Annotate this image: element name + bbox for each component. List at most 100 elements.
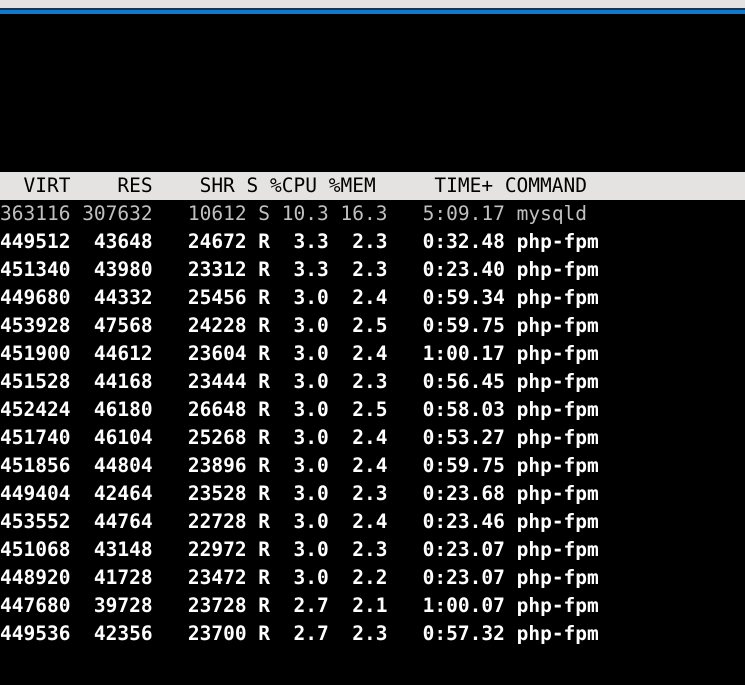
process-row[interactable]: 451068 43148 22972 R 3.0 2.3 0:23.07 php… [0,536,745,564]
process-mem: 2.4 [328,510,388,533]
process-mem: 2.4 [328,286,388,309]
process-shr: 23472 [152,566,247,589]
process-time: 0:23.68 [387,482,505,505]
process-time: 0:59.34 [387,286,505,309]
process-command: mysqld [504,202,588,225]
process-virt: 449680 [0,286,71,309]
process-cpu: 3.0 [270,286,329,309]
process-shr: 23604 [152,342,247,365]
process-shr: 22728 [152,510,247,533]
process-shr: 23896 [152,454,247,477]
process-virt: 452424 [0,398,71,421]
process-state: R [246,370,271,393]
process-virt: 363116 [0,202,71,225]
process-row[interactable]: 447680 39728 23728 R 2.7 2.1 1:00.07 php… [0,592,745,620]
process-mem: 2.3 [328,622,388,645]
process-state: R [246,398,271,421]
summary-uptime-line: 1 user, load average: 30.03, 29.78, 23.5… [0,14,745,42]
process-cpu: 3.0 [270,398,329,421]
process-res: 43648 [70,230,153,253]
process-virt: 448920 [0,566,71,589]
process-state: R [246,566,271,589]
process-mem: 2.3 [328,538,388,561]
process-state: R [246,342,271,365]
process-table-header[interactable]: VIRT RES SHR S %CPU %MEM TIME+ COMMAND [0,172,745,200]
process-shr: 24228 [152,314,247,337]
process-cpu: 2.7 [270,622,329,645]
process-row[interactable]: 449512 43648 24672 R 3.3 2.3 0:32.48 php… [0,228,745,256]
process-command: php-fpm [504,482,599,505]
process-mem: 2.5 [328,314,388,337]
process-state: R [246,622,271,645]
process-time: 0:23.40 [387,258,505,281]
process-row[interactable]: 451900 44612 23604 R 3.0 2.4 1:00.17 php… [0,340,745,368]
process-res: 41728 [70,566,153,589]
process-mem: 2.3 [328,230,388,253]
process-cpu: 10.3 [270,202,329,225]
process-shr: 26648 [152,398,247,421]
process-cpu: 3.0 [270,454,329,477]
process-res: 47568 [70,314,153,337]
process-shr: 22972 [152,538,247,561]
process-time: 0:23.07 [387,566,505,589]
process-command: php-fpm [504,622,599,645]
process-virt: 447680 [0,594,71,617]
process-mem: 2.4 [328,454,388,477]
process-row[interactable]: 449680 44332 25456 R 3.0 2.4 0:59.34 php… [0,284,745,312]
process-shr: 23444 [152,370,247,393]
process-command: php-fpm [504,454,599,477]
process-command: php-fpm [504,258,599,281]
process-command: php-fpm [504,594,599,617]
process-row[interactable]: 363116 307632 10612 S 10.3 16.3 5:09.17 … [0,200,745,228]
process-command: php-fpm [504,230,599,253]
process-time: 5:09.17 [387,202,505,225]
process-command: php-fpm [504,510,599,533]
process-state: R [246,510,271,533]
process-cpu: 2.7 [270,594,329,617]
process-res: 43980 [70,258,153,281]
process-row[interactable]: 452424 46180 26648 R 3.0 2.5 0:58.03 php… [0,396,745,424]
process-row[interactable]: 453928 47568 24228 R 3.0 2.5 0:59.75 php… [0,312,745,340]
process-time: 0:59.75 [387,454,505,477]
process-table-body[interactable]: 363116 307632 10612 S 10.3 16.3 5:09.17 … [0,200,745,648]
process-virt: 451740 [0,426,71,449]
process-state: R [246,454,271,477]
process-shr: 23700 [152,622,247,645]
process-virt: 451528 [0,370,71,393]
process-cpu: 3.0 [270,482,329,505]
process-command: php-fpm [504,342,599,365]
process-res: 307632 [70,202,153,225]
process-virt: 451068 [0,538,71,561]
process-row[interactable]: 449536 42356 23700 R 2.7 2.3 0:57.32 php… [0,620,745,648]
process-row[interactable]: 449404 42464 23528 R 3.0 2.3 0:23.68 php… [0,480,745,508]
process-cpu: 3.0 [270,426,329,449]
process-res: 44612 [70,342,153,365]
process-mem: 2.3 [328,482,388,505]
process-shr: 23528 [152,482,247,505]
process-cpu: 3.0 [270,370,329,393]
process-command: php-fpm [504,398,599,421]
process-state: R [246,286,271,309]
process-cpu: 3.3 [270,258,329,281]
process-shr: 23312 [152,258,247,281]
process-mem: 2.5 [328,398,388,421]
process-time: 1:00.17 [387,342,505,365]
process-state: R [246,594,271,617]
process-virt: 449404 [0,482,71,505]
terminal-content[interactable]: 1 user, load average: 30.03, 29.78, 23.5… [0,14,745,685]
process-time: 0:32.48 [387,230,505,253]
process-row[interactable]: 453552 44764 22728 R 3.0 2.4 0:23.46 php… [0,508,745,536]
process-virt: 451340 [0,258,71,281]
process-command: php-fpm [504,370,599,393]
process-row[interactable]: 451856 44804 23896 R 3.0 2.4 0:59.75 php… [0,452,745,480]
process-row[interactable]: 451740 46104 25268 R 3.0 2.4 0:53.27 php… [0,424,745,452]
process-shr: 24672 [152,230,247,253]
process-row[interactable]: 451528 44168 23444 R 3.0 2.3 0:56.45 php… [0,368,745,396]
process-row[interactable]: 448920 41728 23472 R 3.0 2.2 0:23.07 php… [0,564,745,592]
summary-mem-line: , 107824 free, 1253480 used, 520824 buff… [0,98,745,126]
process-cpu: 3.0 [270,510,329,533]
process-row[interactable]: 451340 43980 23312 R 3.3 2.3 0:23.40 php… [0,256,745,284]
process-time: 0:59.75 [387,314,505,337]
process-mem: 2.2 [328,566,388,589]
process-virt: 451856 [0,454,71,477]
